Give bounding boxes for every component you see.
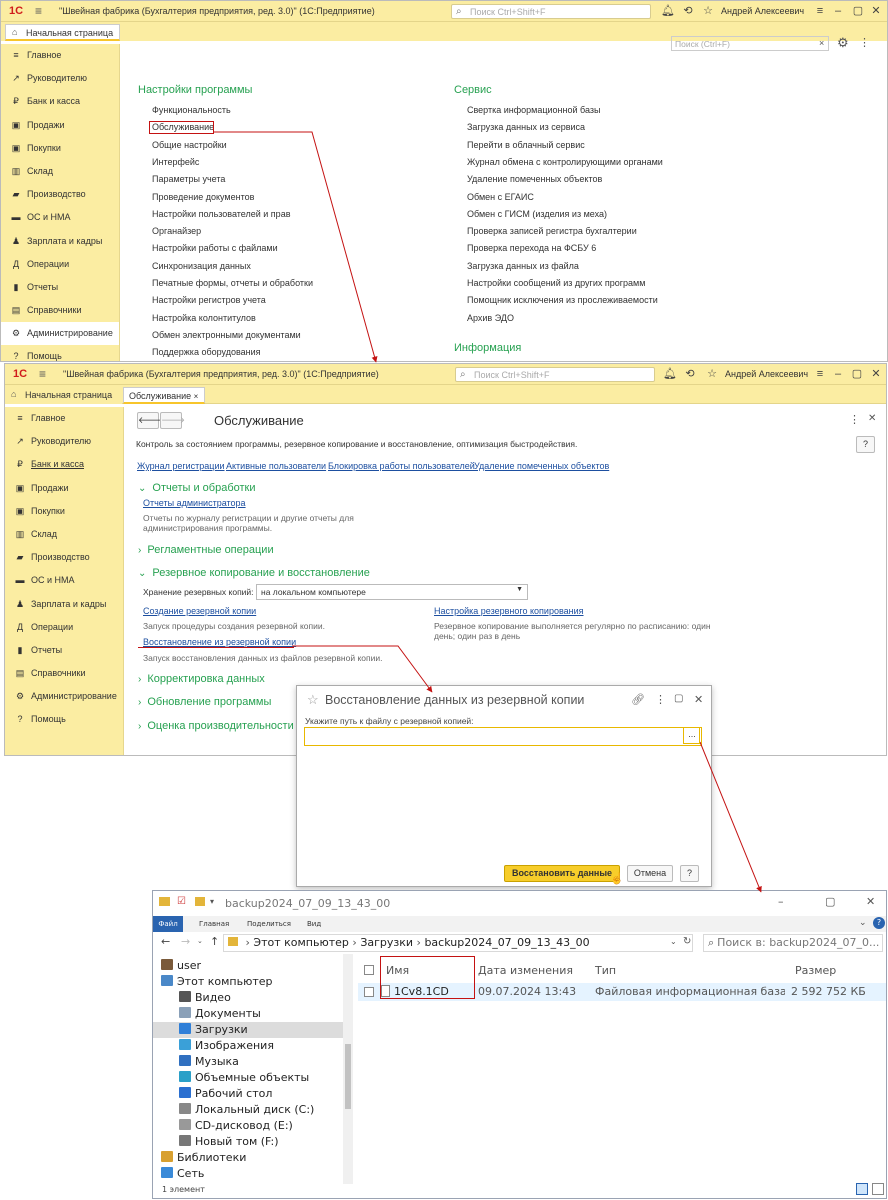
arrow-to-explorer — [699, 741, 762, 893]
highlight-browse-button — [683, 727, 700, 744]
annotation-arrows — [213, 131, 762, 893]
arrow-to-maintenance — [213, 131, 378, 363]
arrow-to-dialog — [292, 645, 433, 693]
highlight-restore-link — [138, 636, 294, 648]
